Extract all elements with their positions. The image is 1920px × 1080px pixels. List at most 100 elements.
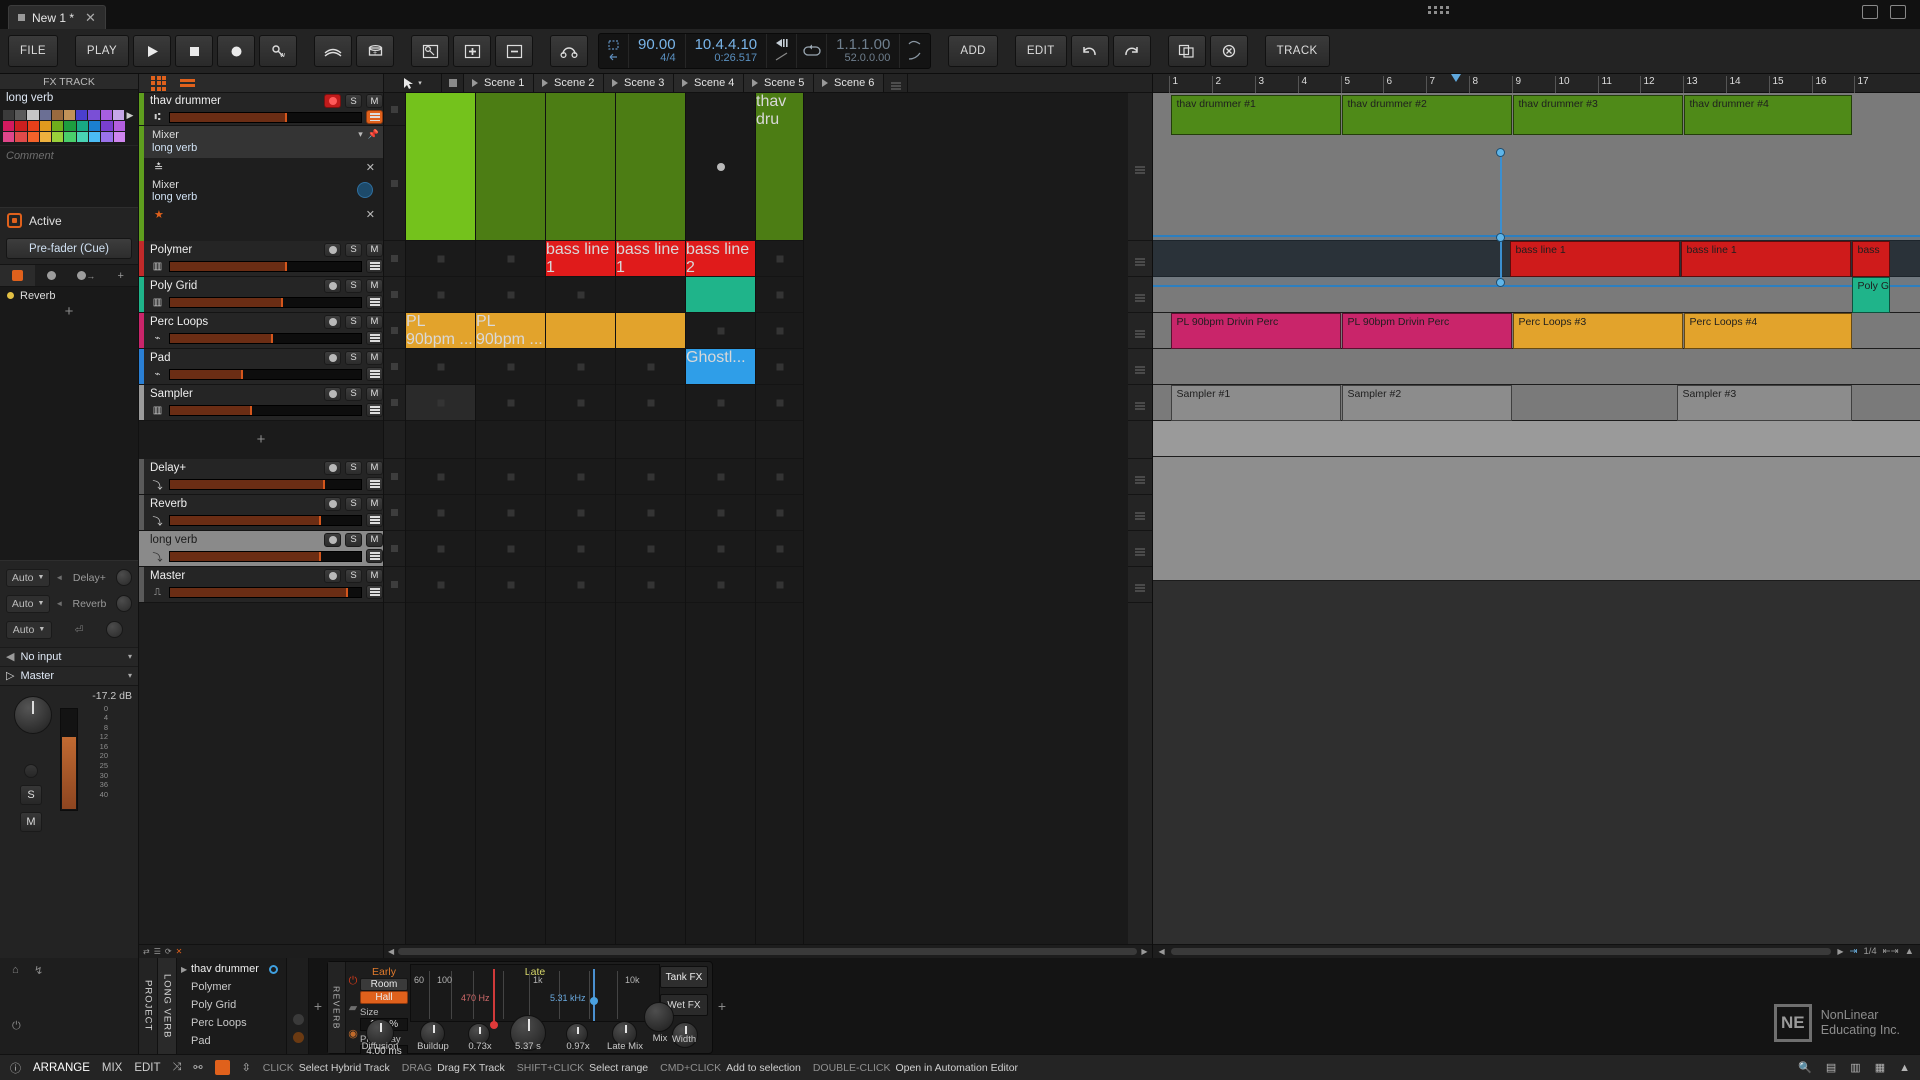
stop-clip-button[interactable] [384,459,405,495]
mute-button[interactable]: M [366,496,383,511]
output-knob[interactable] [106,621,123,638]
record-button[interactable] [217,35,256,67]
clip-slot[interactable] [686,495,755,531]
loop-icon[interactable]: ⟳ [165,947,172,956]
chevron-down-icon[interactable]: ▾ [358,128,363,141]
arranger-clip[interactable]: bass line 1 [1680,241,1851,277]
tempo-field[interactable]: 90.00 4/4 [629,34,686,68]
mode-arrange[interactable]: ARRANGE [33,1062,90,1074]
automation-mode-select[interactable]: Auto ▼ [6,568,51,587]
palette-row[interactable] [3,121,135,131]
clip-slot[interactable] [476,93,545,241]
mute-button[interactable]: M [366,242,383,257]
clip-slot[interactable] [616,349,685,385]
volume-slider[interactable] [169,260,362,272]
clip-slot[interactable] [756,313,803,349]
solo-button[interactable]: S [345,94,362,109]
device-icon[interactable]: ▥ [1850,1061,1860,1074]
clip-slot[interactable] [616,277,685,313]
track-name[interactable]: long verb [150,534,320,546]
close-icon[interactable]: ✕ [366,161,375,174]
clip-slot[interactable] [616,531,685,567]
clip-menu-icon[interactable] [1127,567,1152,603]
clip-slot[interactable] [406,349,475,385]
add-device-end-button[interactable]: + [713,958,731,1054]
track-menu-button[interactable] [366,477,383,491]
track-name[interactable]: Poly Grid [150,280,320,292]
automation-write-icon[interactable]: w [259,35,298,67]
color-indicator[interactable] [214,1060,230,1075]
inspector-track-name[interactable]: long verb [0,90,138,108]
palette-more-icon[interactable]: ▶ [125,110,135,120]
stop-clip-button[interactable] [384,277,405,313]
arranger-clip[interactable]: Perc Loops #4 [1683,313,1852,349]
record-arm-button[interactable] [324,496,341,511]
clip-menu-icon[interactable] [1127,349,1152,385]
track-name[interactable]: Polymer [150,244,320,256]
edit-cursor-handle-mid[interactable] [1495,233,1505,242]
add-device-button[interactable]: + [309,958,327,1054]
hall-button[interactable]: Hall [360,991,408,1004]
solo-button[interactable]: S [345,532,362,547]
file-menu-button[interactable]: FILE [8,35,58,67]
redo-button[interactable] [1112,35,1151,67]
browser-icons[interactable]: ⌂ ⏻ [12,964,21,1033]
tab-devices[interactable] [0,265,35,286]
close-icon[interactable]: ✕ [366,208,375,221]
clip-slot[interactable] [546,313,615,349]
tab-modulators[interactable] [35,265,70,286]
record-arm-button[interactable] [324,242,341,257]
clip-slot[interactable] [406,531,475,567]
clip-slot[interactable] [756,459,803,495]
output-caret-icon[interactable]: ▾ [128,671,132,680]
metronome-icon[interactable]: + [356,35,395,67]
track-menu-button[interactable] [366,295,383,309]
track-menu-button[interactable] [366,585,383,599]
clip-slot[interactable] [476,459,545,495]
grid-dots-icon[interactable] [1428,6,1450,14]
star-icon[interactable]: ≛ [154,161,163,174]
volume-slider[interactable] [169,404,362,416]
clip-slot[interactable] [476,277,545,313]
mute-button[interactable]: M [366,314,383,329]
clip-menu-icon[interactable] [1127,277,1152,313]
track-name[interactable]: Delay+ [150,462,320,474]
stop-clip-button[interactable] [384,313,405,349]
tank-fx-button[interactable]: Tank FX [660,966,708,988]
clip-slot[interactable] [756,385,803,421]
bookmark-icon[interactable]: ⌂ [12,964,21,976]
mixer-popup-knob[interactable] [357,182,373,198]
add-track-icon[interactable] [453,35,492,67]
clip-slot[interactable] [756,277,803,313]
arranger-lane[interactable] [1152,421,1920,457]
project-tab[interactable]: New 1 * ✕ [8,5,106,29]
palette-row[interactable]: ▶ [3,110,135,120]
volume-slider[interactable] [169,332,362,344]
chain-item[interactable]: Polymer [177,978,286,996]
arranger-clip[interactable]: thav drummer #3 [1512,95,1683,135]
pointer-tool-icon[interactable]: ▾ [384,74,442,92]
track-row[interactable]: Sampler S M ▥ [139,385,383,421]
solo-button[interactable]: S [345,496,362,511]
record-arm-button[interactable] [324,568,341,583]
clip-slot[interactable] [756,349,803,385]
edit-cursor-handle-bottom[interactable] [1495,278,1505,287]
position-field[interactable]: 10.4.4.10 0:26.517 [686,34,768,68]
arranger-clip[interactable]: Sampler #2 [1341,385,1512,421]
clip-slot[interactable] [406,495,475,531]
comment-field[interactable]: Comment [0,145,138,207]
arranger-lane[interactable] [1152,349,1920,385]
arm-button[interactable] [24,763,38,778]
arranger-clip[interactable]: Poly G [1851,277,1890,313]
volume-slider[interactable] [169,550,362,562]
scroll-right-icon[interactable]: ▶ [1837,947,1843,956]
clip-slot[interactable]: bass line 1 [546,241,615,277]
prefader-selector[interactable]: Pre-fader (Cue) [6,238,132,259]
input-caret-icon[interactable]: ▾ [128,652,132,661]
mute-button[interactable]: M [366,386,383,401]
clip-menu-icon[interactable] [1127,93,1152,241]
track-name[interactable]: Reverb [150,498,320,510]
reverb-eq-graph[interactable]: Late 60 100 1k 10k [410,964,660,1029]
automation-mode-select[interactable]: Auto ▼ [6,620,52,639]
record-arm-button[interactable] [324,278,341,293]
